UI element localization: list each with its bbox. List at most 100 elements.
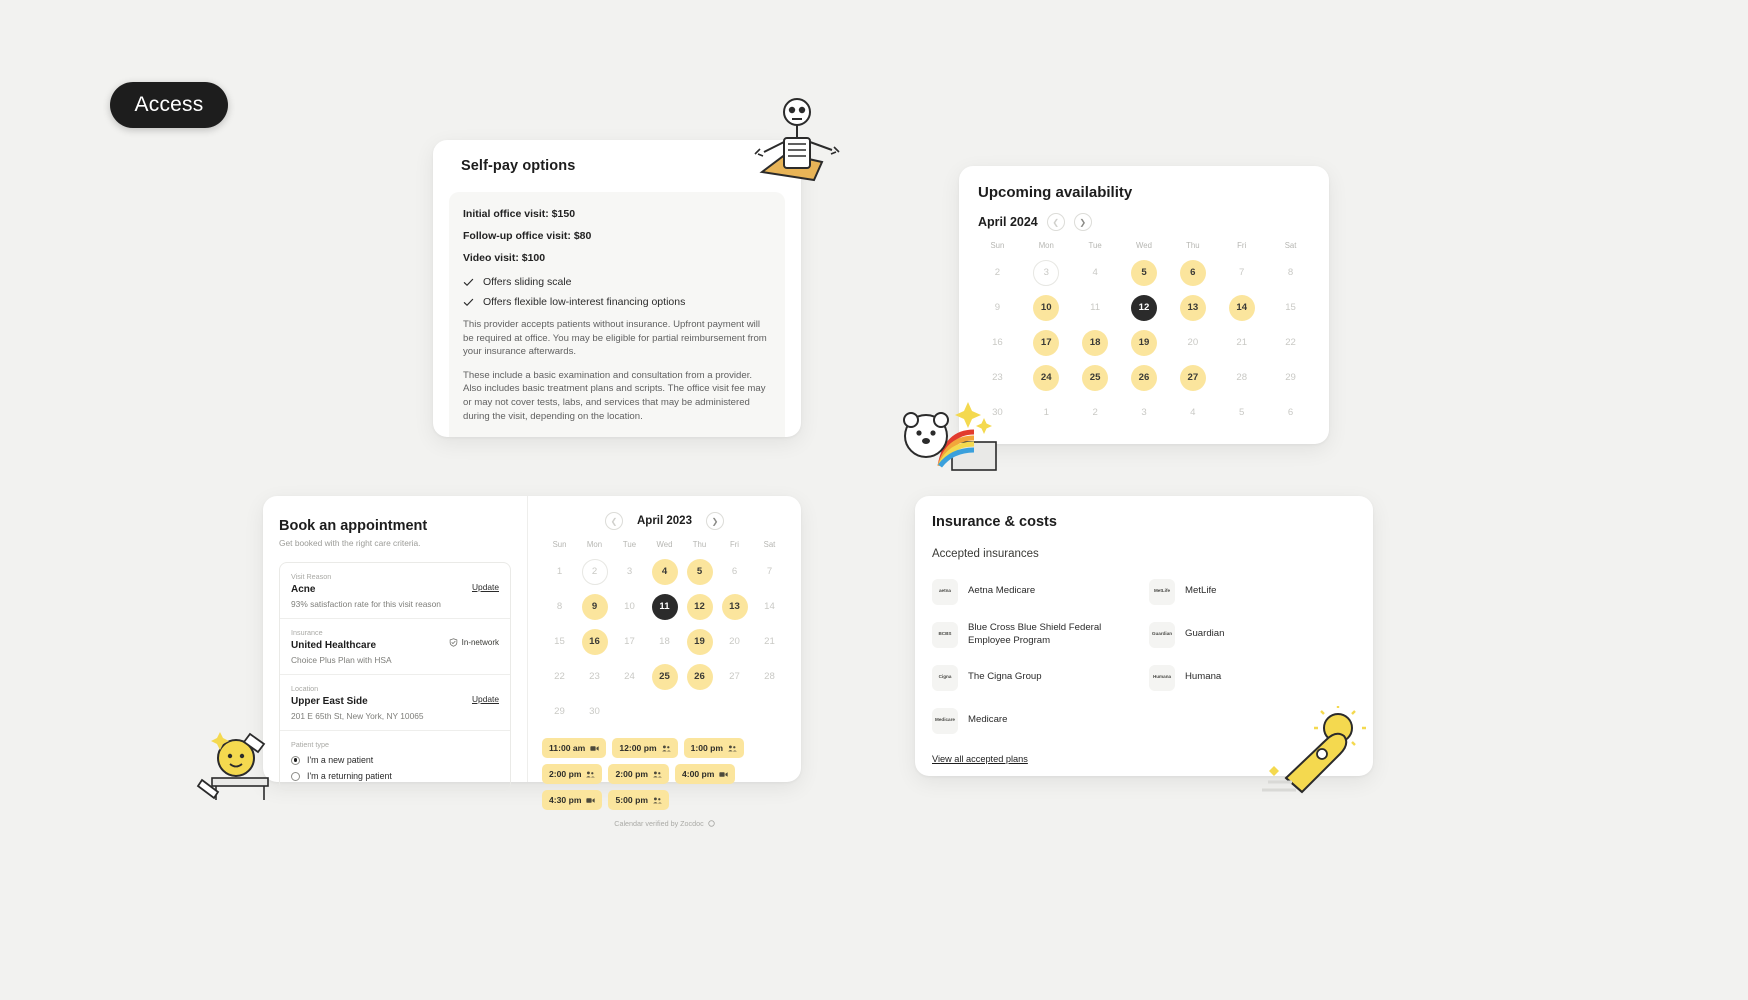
book-week-row: 1 2 3 45 6 7 (542, 555, 787, 588)
availability-day: 5 (1239, 407, 1245, 418)
chevron-left-icon[interactable]: ❮ (605, 512, 623, 530)
book-day[interactable]: 9 (581, 593, 608, 620)
radio-icon[interactable] (291, 771, 300, 781)
availability-day-cell: 3 (1022, 256, 1071, 289)
availability-day[interactable]: 5 (1130, 259, 1157, 286)
book-day: 15 (554, 636, 565, 647)
book-day: 6 (731, 566, 738, 577)
availability-day[interactable]: 14 (1228, 294, 1255, 321)
book-day[interactable]: 5 (686, 558, 713, 585)
time-slot-button[interactable]: 2:00 pm (542, 764, 603, 784)
in-network-badge: In-network (449, 638, 499, 647)
book-day (722, 699, 748, 725)
book-day-cell: 27 (717, 660, 752, 693)
book-field-value: Acne (291, 584, 316, 595)
page-root: Access Self-pay options Initial office v… (0, 0, 1748, 1000)
book-day[interactable]: 13 (721, 593, 748, 620)
time-slot-button[interactable]: 12:00 pm (612, 738, 678, 758)
book-day-cell: 21 (752, 625, 787, 658)
insurance-name: Guardian (1185, 628, 1225, 640)
book-day-cell: 2 (577, 555, 612, 588)
availability-day[interactable]: 19 (1130, 329, 1157, 356)
insurance-logo-icon: aetna (932, 578, 958, 605)
availability-day[interactable]: 12 (1130, 294, 1157, 321)
patient-type-option[interactable]: I'm a returning patient (291, 771, 499, 781)
book-day[interactable]: 19 (686, 628, 713, 655)
availability-day-cell: 13 (1168, 291, 1217, 324)
chevron-left-icon[interactable]: ❮ (1046, 213, 1065, 231)
book-day: 20 (729, 636, 740, 647)
book-day-cell: 24 (612, 660, 647, 693)
time-slot-button[interactable]: 2:00 pm (608, 764, 669, 784)
availability-day[interactable]: 18 (1082, 329, 1109, 356)
book-day[interactable]: 4 (651, 558, 678, 585)
insurance-list: aetna Aetna Medicare MetLife MetLife BCBS Blu… (915, 560, 1373, 742)
book-day-cell: 29 (542, 695, 577, 728)
book-calendar-header: ❮ April 2023 ❯ (542, 512, 787, 530)
book-field-update-link[interactable]: Update (472, 582, 499, 592)
book-day: 28 (764, 671, 775, 682)
insurance-item: aetna Aetna Medicare (932, 570, 1139, 613)
availability-weekday: Thu (1186, 241, 1200, 250)
book-day: 21 (764, 636, 775, 647)
availability-week-row: 16 17 18 19 20 21 22 (973, 326, 1315, 359)
time-slot-button[interactable]: 11:00 am (542, 738, 607, 758)
availability-day: 8 (1287, 267, 1294, 278)
self-pay-feature: Offers flexible low-interest financing o… (463, 296, 771, 308)
availability-day-cell: 28 (1217, 361, 1266, 394)
book-day-cell: 9 (577, 590, 612, 623)
calendar-verified-note: Calendar verified by Zocdoc (542, 819, 787, 828)
book-day[interactable]: 25 (651, 663, 678, 690)
time-slot-label: 12:00 pm (619, 743, 657, 753)
book-field-update-link[interactable]: Update (472, 694, 499, 704)
patient-type-field: Patient type I'm a new patient I'm a retur… (280, 731, 510, 790)
availability-day[interactable]: 25 (1082, 364, 1109, 391)
patient-type-option-label: I'm a new patient (307, 755, 374, 765)
availability-day[interactable]: 26 (1130, 364, 1157, 391)
self-pay-panel: Initial office visit: $150 Follow-up offi… (449, 192, 785, 437)
access-pill[interactable]: Access (110, 82, 228, 128)
book-week-row: 29 30 (542, 695, 787, 728)
book-day[interactable]: 26 (686, 663, 713, 690)
insurance-item: BCBS Blue Cross Blue Shield Federal Emplo… (932, 613, 1139, 656)
chevron-right-icon[interactable]: ❯ (705, 512, 724, 530)
book-weekday: Mon (586, 540, 603, 549)
self-pay-price: Initial office visit: $150 (463, 208, 576, 220)
time-slot-button[interactable]: 4:00 pm (674, 764, 736, 784)
time-slot-button[interactable]: 1:00 pm (683, 738, 745, 758)
availability-day: 28 (1236, 372, 1248, 383)
insurance-title: Insurance & costs (932, 514, 1057, 530)
availability-day[interactable]: 6 (1179, 259, 1206, 286)
time-slot-button[interactable]: 5:00 pm (608, 790, 669, 810)
book-weekday: Sun (552, 540, 567, 549)
book-field-label: Insurance (291, 628, 323, 637)
patient-type-option[interactable]: I'm a new patient (291, 755, 499, 765)
book-weekday-header: Sun Mon Tue Wed Thu Fri Sat (542, 540, 787, 555)
book-day-cell: 20 (717, 625, 752, 658)
book-day-cell: 8 (542, 590, 577, 623)
self-pay-feature: Offers sliding scale (463, 276, 771, 288)
book-day[interactable]: 16 (581, 628, 608, 655)
book-day[interactable]: 11 (651, 593, 678, 620)
availability-day: 4 (1190, 407, 1196, 418)
view-all-plans-link[interactable]: View all accepted plans (915, 742, 1028, 764)
availability-day-cell: 10 (1022, 291, 1071, 324)
availability-day-cell: 24 (1022, 361, 1071, 394)
availability-day[interactable]: 17 (1033, 329, 1060, 356)
availability-day[interactable]: 27 (1179, 364, 1206, 391)
book-day (687, 699, 713, 725)
book-day[interactable]: 12 (686, 593, 713, 620)
book-day-cell (647, 695, 682, 728)
insurance-name: Aetna Medicare (968, 585, 1036, 597)
radio-icon[interactable] (291, 755, 300, 765)
availability-day[interactable]: 10 (1033, 294, 1060, 321)
availability-weekday: Fri (1237, 241, 1247, 250)
availability-day-cell: 16 (973, 326, 1022, 359)
time-slot-button[interactable]: 4:30 pm (542, 790, 603, 810)
self-pay-price: Follow-up office visit: $80 (463, 230, 592, 242)
chevron-right-icon[interactable]: ❯ (1073, 213, 1092, 231)
self-pay-paragraph: This provider accepts patients without i… (463, 319, 767, 358)
book-day-cell (717, 695, 752, 728)
availability-day[interactable]: 13 (1179, 294, 1206, 321)
availability-day[interactable]: 24 (1033, 364, 1060, 391)
